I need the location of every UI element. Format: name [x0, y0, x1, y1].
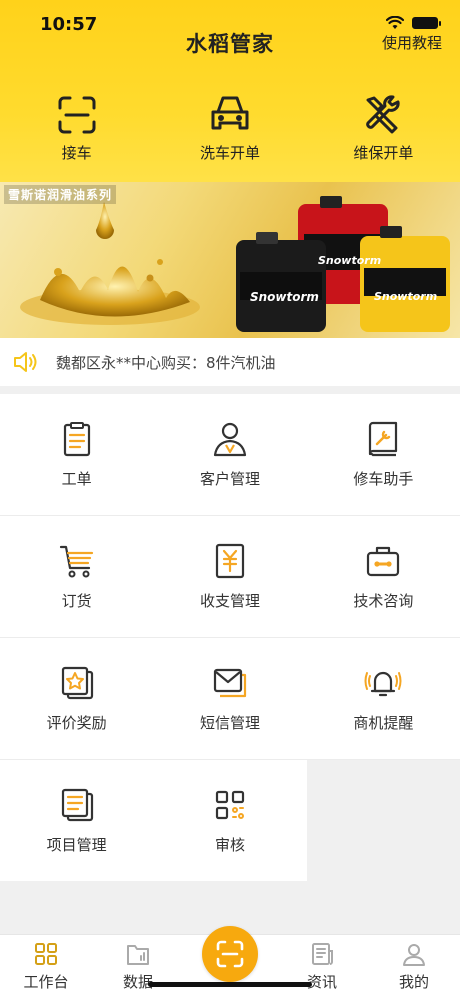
speaker-icon: [14, 352, 37, 372]
header: 10:57 水稻管家 使用教程 接车 洗车开单 维保开单: [0, 0, 460, 190]
scan-button[interactable]: [202, 926, 258, 982]
grid-row: 订货 收支管理 技术咨询: [0, 516, 460, 638]
grid-item-tech-consult[interactable]: 技术咨询: [306, 516, 460, 637]
quick-action-pickup[interactable]: 接车: [0, 94, 153, 163]
book-wrench-icon: [369, 421, 398, 457]
oil-splash-illustration: [20, 196, 450, 332]
grid-item-income-expense[interactable]: 收支管理: [153, 516, 307, 637]
quick-action-label: 维保开单: [353, 144, 414, 162]
grid-item-project-management[interactable]: 项目管理: [0, 760, 154, 881]
yuan-document-icon: [215, 543, 245, 579]
grid-item-label: 订货: [61, 592, 92, 610]
home-indicator: [148, 982, 312, 987]
tab-mine[interactable]: 我的: [368, 935, 460, 996]
grid-item-label: 审核: [214, 836, 245, 854]
list-document-icon: [61, 788, 93, 822]
qr-code-icon: [215, 790, 245, 820]
grid-item-label: 收支管理: [199, 592, 260, 610]
grid-item-label: 修车助手: [353, 470, 414, 488]
toolbox-icon: [367, 546, 400, 577]
grid-item-repair-assistant[interactable]: 修车助手: [306, 394, 460, 515]
grid-item-label: 项目管理: [46, 836, 107, 854]
grid-row: 项目管理 审核: [0, 760, 460, 882]
workbench-icon: [35, 943, 57, 965]
grid-item-customer-management[interactable]: 客户管理: [153, 394, 307, 515]
quick-action-wash-order[interactable]: 洗车开单: [153, 94, 306, 163]
brand-label-yellow-can: Snowtorm: [374, 290, 438, 303]
scan-frame-icon: [58, 96, 96, 134]
grid-row: 工单 客户管理 修车助手: [0, 394, 460, 516]
tab-label: 资讯: [306, 973, 337, 991]
profile-icon: [403, 944, 425, 966]
brand-label-black-can: Snowtorm: [250, 290, 319, 304]
car-icon: [211, 96, 249, 130]
grid-item-label: 客户管理: [199, 470, 260, 488]
grid-item-label: 技术咨询: [353, 592, 414, 610]
quick-action-label: 洗车开单: [199, 144, 260, 162]
feature-grid: 工单 客户管理 修车助手 订货 收支管理 技术咨询 评价奖励 短信管理 商机提醒…: [0, 394, 460, 882]
notice-text: 魏都区永**中心购买：8件汽机油: [56, 353, 276, 372]
scan-icon: [216, 940, 244, 968]
envelope-icon: [213, 668, 247, 698]
grid-item-label: 评价奖励: [46, 714, 107, 732]
tutorial-link[interactable]: 使用教程: [382, 32, 442, 53]
wrench-screwdriver-icon: [366, 95, 400, 134]
grid-item-work-order[interactable]: 工单: [0, 394, 154, 515]
clipboard-icon: [63, 422, 90, 457]
tab-workbench[interactable]: 工作台: [0, 935, 92, 996]
app-screen: 10:57 水稻管家 使用教程 接车 洗车开单 维保开单 雪斯诺润滑油系列 Sn…: [0, 0, 460, 996]
tab-label: 工作台: [23, 973, 69, 991]
brand-label-red-can: Snowtorm: [318, 254, 382, 267]
banner-title: 雪斯诺润滑油系列: [4, 185, 117, 204]
tab-label: 我的: [398, 973, 429, 991]
news-icon: [312, 943, 333, 965]
promo-banner[interactable]: 雪斯诺润滑油系列 Snowtorm Snowtorm Snowtorm: [0, 182, 460, 338]
data-folder-icon: [127, 945, 149, 965]
quick-actions: 接车 洗车开单 维保开单: [0, 94, 460, 163]
star-card-icon: [61, 666, 93, 700]
grid-item-approval[interactable]: 审核: [153, 760, 307, 881]
grid-item-label: 商机提醒: [353, 714, 414, 732]
grid-item-label: 短信管理: [199, 714, 260, 732]
grid-item-order-goods[interactable]: 订货: [0, 516, 154, 637]
grid-row: 评价奖励 短信管理 商机提醒: [0, 638, 460, 760]
quick-action-label: 接车: [61, 144, 92, 162]
bell-icon: [364, 671, 402, 697]
cart-icon: [59, 545, 93, 578]
person-icon: [213, 422, 247, 457]
grid-item-sms-management[interactable]: 短信管理: [153, 638, 307, 759]
grid-item-review-rewards[interactable]: 评价奖励: [0, 638, 154, 759]
quick-action-maintenance-order[interactable]: 维保开单: [307, 94, 460, 163]
grid-empty-cell: [306, 760, 460, 881]
purchase-notice[interactable]: 魏都区永**中心购买：8件汽机油: [0, 338, 460, 386]
grid-item-opportunity-reminder[interactable]: 商机提醒: [306, 638, 460, 759]
grid-item-label: 工单: [61, 470, 92, 488]
